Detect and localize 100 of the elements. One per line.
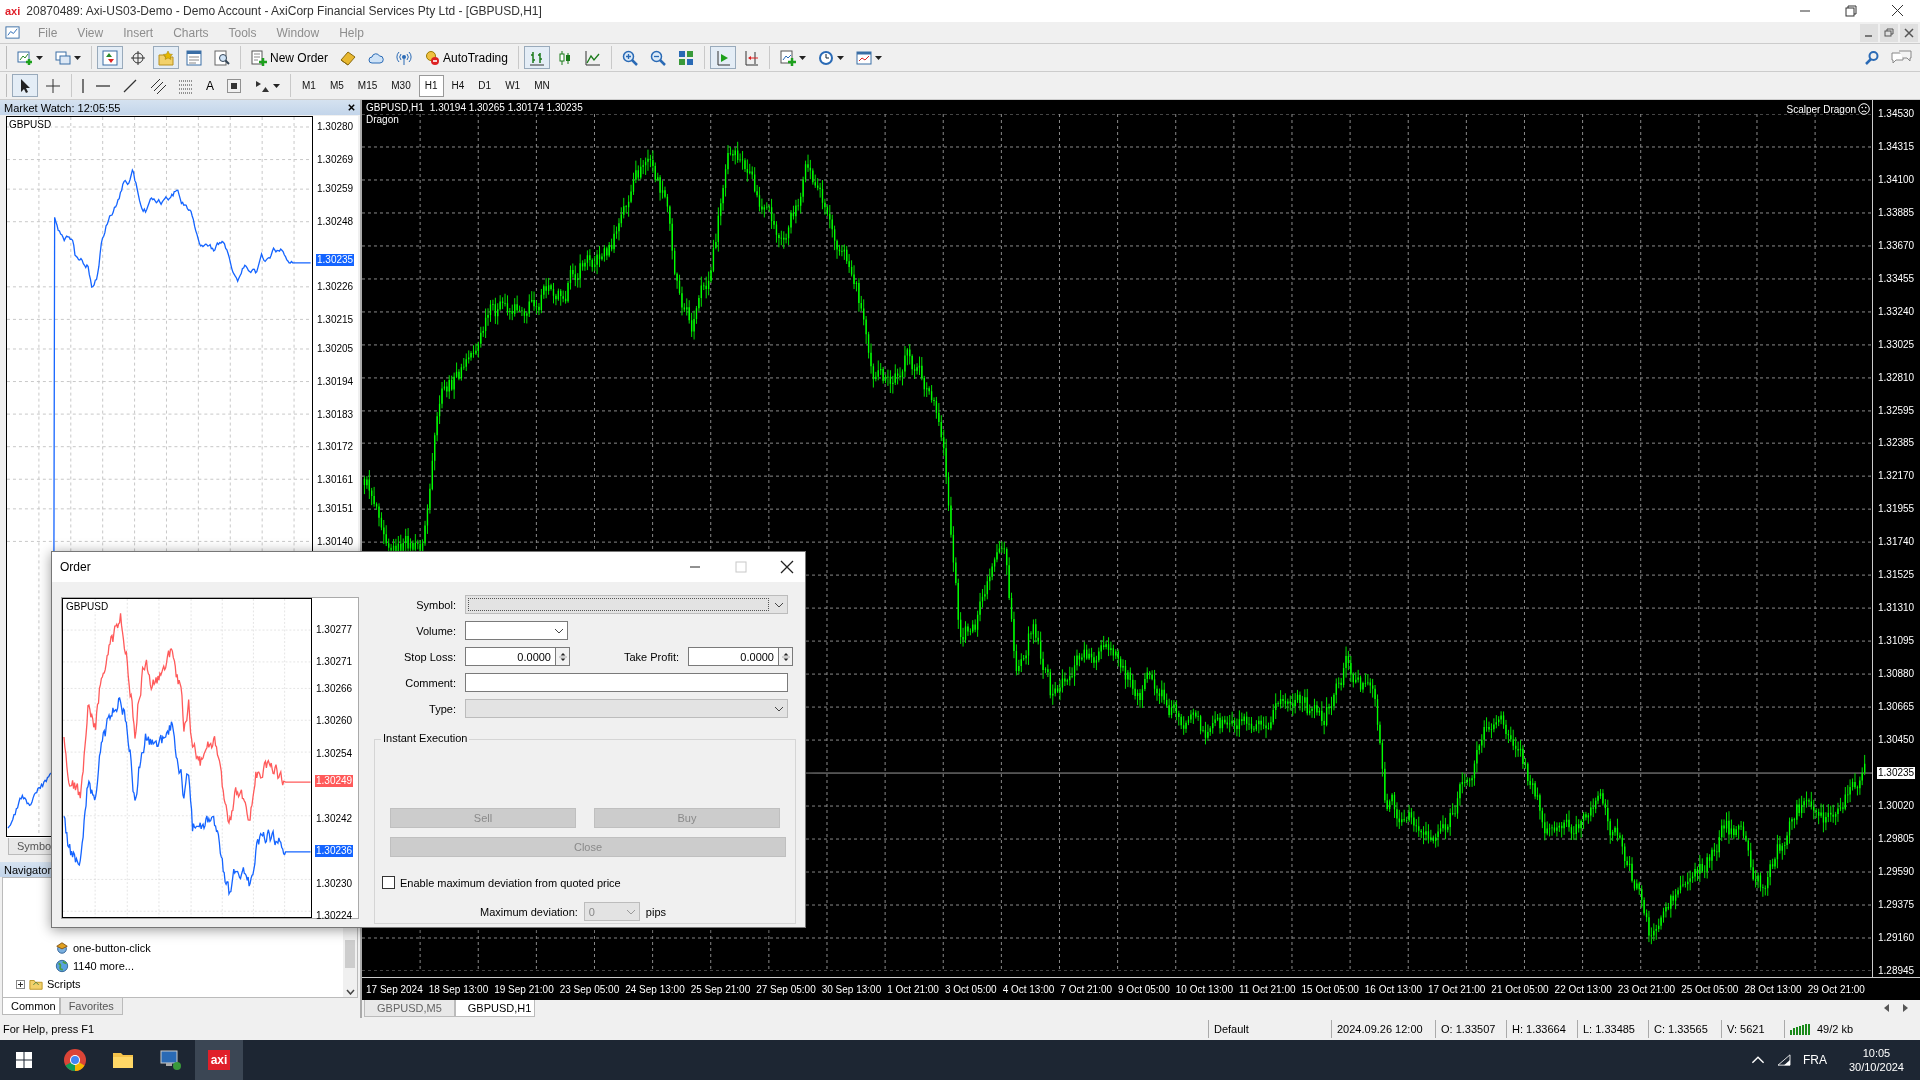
caret-icon [798, 55, 806, 60]
time-label: 9 Oct 05:00 [1118, 983, 1170, 995]
time-label: 1 Oct 21:00 [887, 983, 939, 995]
restore-icon[interactable] [1880, 23, 1898, 42]
axis-marker-icon [742, 49, 759, 66]
time-label: 22 Oct 13:00 [1554, 983, 1612, 995]
timeframe-button[interactable]: H4 [445, 74, 471, 97]
window-title: 20870489: Axi-US03-Demo - Demo Account - AxiCorp Financial Services Pty Ltd - [GBPUSD,H1] [26, 4, 543, 18]
dropdown-field[interactable] [465, 621, 568, 640]
chevron-icon [554, 627, 564, 634]
chart-tab[interactable]: GBPUSD,H1 [454, 1000, 536, 1017]
language-indicator[interactable]: FRA [1802, 1053, 1827, 1067]
price-label: 1.30254 [315, 747, 354, 760]
spin-buttons[interactable] [556, 647, 570, 666]
tree-item[interactable]: one-button-click [73, 942, 151, 954]
timeframe-button[interactable]: D1 [472, 74, 498, 97]
price-label: 1.30140 [316, 536, 355, 548]
text-tool[interactable]: A [201, 74, 219, 97]
price-label: 1.31740 [1877, 536, 1916, 549]
vertical-line-icon [82, 78, 84, 93]
globe-icon [55, 959, 69, 973]
field-label: Maximum deviation: [480, 905, 578, 918]
price-label: 1.30259 [316, 183, 355, 196]
price-label: 1.29590 [1877, 866, 1916, 878]
search-icon[interactable] [1864, 49, 1880, 66]
wifi-icon[interactable] [1776, 1054, 1791, 1066]
price-label: 1.30260 [315, 715, 354, 728]
close-icon[interactable] [347, 103, 356, 112]
checkbox-label[interactable]: Enable maximum deviation from quoted price [400, 876, 621, 889]
toolbar-button[interactable]: New Order [246, 46, 333, 69]
text-field[interactable] [465, 673, 788, 692]
clock-date: 30/10/2024 [1848, 1061, 1904, 1073]
price-label: 1.30280 [316, 121, 355, 133]
close-icon[interactable] [1900, 23, 1918, 42]
price-label: 1.30172 [316, 441, 355, 454]
spin-buttons[interactable] [779, 647, 793, 666]
tree-item[interactable]: 1140 more... [73, 960, 134, 972]
scroll-left-icon[interactable] [1884, 1004, 1890, 1012]
panel-tab[interactable]: Common [2, 998, 60, 1015]
time-label: 7 Oct 21:00 [1060, 983, 1113, 995]
field-label: Symbol: [415, 598, 456, 611]
timeframe-button[interactable]: M5 [323, 74, 350, 97]
price-label: 1.34530 [1877, 108, 1916, 120]
price-label: 1.30161 [316, 473, 355, 486]
scroll-right-icon[interactable] [1902, 1004, 1908, 1012]
price-label: 1.31955 [1877, 503, 1916, 516]
field-label: Stop Loss: [403, 650, 456, 663]
chart-window-icon[interactable] [5, 25, 20, 40]
price-label: 1.32385 [1877, 437, 1916, 450]
chat-icon[interactable] [1890, 49, 1912, 66]
windows-icon[interactable] [16, 1052, 32, 1068]
timeframe-button[interactable]: H1 [418, 74, 444, 97]
scrollbar-thumb[interactable] [345, 940, 355, 968]
chart-tab[interactable]: GBPUSD,M5 [364, 1000, 455, 1017]
number-field[interactable]: 0.0000 [465, 647, 556, 666]
hat-icon [55, 941, 69, 955]
status-text: For Help, press F1 [2, 1023, 96, 1035]
field-label: Volume: [415, 624, 456, 637]
time-label: 21 Oct 05:00 [1491, 983, 1549, 995]
expand-icon[interactable] [16, 979, 25, 989]
checkbox[interactable] [382, 876, 395, 889]
panel-tab[interactable]: Favorites [59, 998, 123, 1015]
time-label: 4 Oct 13:00 [1002, 983, 1055, 995]
taskbar-app[interactable]: axi [195, 1040, 243, 1080]
toolbar-button[interactable] [12, 74, 38, 97]
price-label: 1.32595 [1877, 404, 1916, 417]
horizontal-line-icon [96, 84, 110, 87]
price-label: 1.33670 [1877, 239, 1916, 252]
timeframe-button[interactable]: M1 [296, 74, 322, 97]
signal-icon [396, 49, 412, 66]
bid-price-label: 1.30236 [315, 845, 354, 858]
app-logo: axi [207, 1050, 231, 1070]
price-label: 1.30205 [316, 343, 355, 356]
chart-symbol: GBPUSD,H1 [366, 102, 424, 113]
timeframe-button[interactable]: MN [528, 74, 556, 97]
panel-title: Navigator [4, 863, 52, 876]
scroll-down-icon[interactable] [345, 989, 355, 995]
tree-item[interactable]: Scripts [47, 978, 81, 990]
time-label: 23 Oct 21:00 [1617, 983, 1676, 995]
folder-icon [29, 977, 43, 991]
minimize-icon[interactable] [1860, 23, 1878, 42]
chevron-up-icon[interactable] [1750, 1054, 1765, 1066]
number-field[interactable]: 0.0000 [688, 647, 779, 666]
price-label: 1.31525 [1877, 569, 1916, 582]
time-label: 11 Oct 21:00 [1239, 983, 1296, 995]
price-label: 1.30450 [1877, 734, 1916, 747]
clock-time: 10:05 [1862, 1047, 1891, 1059]
toolbar-button[interactable]: AutoTrading [419, 46, 513, 69]
grid-icon [677, 49, 694, 66]
symbol-label: GBPUSD [9, 119, 52, 130]
ohlc-values: 1.30194 1.30265 1.30174 1.30235 [429, 102, 583, 113]
price-label: 1.30020 [1877, 800, 1916, 813]
line-chart-icon [584, 49, 601, 66]
timeframe-button[interactable]: M15 [351, 74, 384, 97]
timeframe-button[interactable]: M30 [385, 74, 417, 97]
price-label: 1.30194 [316, 375, 355, 388]
trendline-icon [122, 77, 138, 94]
time-label: 27 Sep 05:00 [756, 983, 816, 995]
timeframe-button[interactable]: W1 [499, 74, 527, 97]
status-cell: C: 1.33565 [1648, 1020, 1721, 1038]
